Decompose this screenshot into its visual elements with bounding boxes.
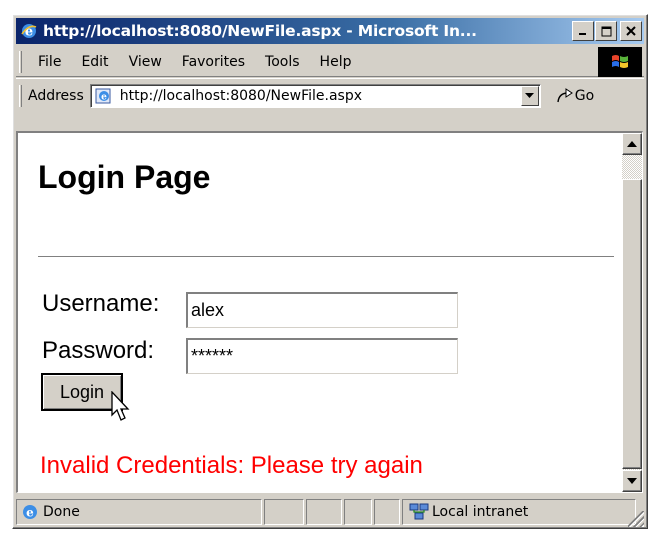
web-page: Login Page Username: alex Password: ****… xyxy=(18,133,623,492)
menu-edit[interactable]: Edit xyxy=(71,54,118,70)
username-field[interactable]: alex xyxy=(186,292,458,328)
status-zone-pane: Local intranet xyxy=(402,499,636,525)
ie-icon: e xyxy=(23,505,37,520)
svg-text:e: e xyxy=(26,506,34,520)
minimize-button[interactable] xyxy=(572,21,594,41)
resize-grip[interactable] xyxy=(628,511,644,527)
go-label: Go xyxy=(574,87,595,104)
windows-logo-icon xyxy=(598,47,642,77)
scroll-down-button[interactable] xyxy=(622,470,642,492)
minimize-icon xyxy=(579,33,586,35)
vertical-scrollbar[interactable] xyxy=(622,133,642,492)
username-label: Username: xyxy=(42,290,160,317)
browser-window: e http://localhost:8080/NewFile.aspx - M… xyxy=(12,14,648,529)
scroll-thumb[interactable] xyxy=(622,179,642,469)
menu-grip[interactable] xyxy=(19,50,22,73)
address-grip[interactable] xyxy=(19,84,22,107)
address-label: Address xyxy=(28,87,84,104)
local-intranet-icon xyxy=(409,503,429,520)
address-url: http://localhost:8080/NewFile.aspx xyxy=(119,87,363,104)
menu-file[interactable]: File xyxy=(28,54,71,70)
error-message: Invalid Credentials: Please try again xyxy=(40,452,423,479)
scroll-up-button[interactable] xyxy=(622,133,642,155)
mouse-cursor-icon xyxy=(111,391,130,421)
maximize-icon xyxy=(601,26,611,36)
address-bar: Address e http://localhost:8080/NewFile.… xyxy=(16,78,644,112)
menu-bar: File Edit View Favorites Tools Help xyxy=(16,47,644,77)
ie-icon: e xyxy=(19,21,39,41)
title-bar[interactable]: e http://localhost:8080/NewFile.aspx - M… xyxy=(16,18,644,44)
close-icon xyxy=(626,26,636,36)
scroll-down-icon xyxy=(627,478,637,484)
status-bar: e Done Local intranet xyxy=(16,497,644,527)
password-field[interactable]: ****** xyxy=(186,338,458,374)
status-pane-3 xyxy=(344,499,372,525)
svg-text:e: e xyxy=(101,92,107,102)
close-button[interactable] xyxy=(620,21,642,41)
go-button[interactable]: Go xyxy=(555,87,594,105)
horizontal-rule xyxy=(38,256,614,258)
scroll-up-icon xyxy=(627,141,637,147)
status-pane-1 xyxy=(264,499,304,525)
status-pane-4 xyxy=(374,499,400,525)
status-text: Done xyxy=(43,504,80,520)
window-title: http://localhost:8080/NewFile.aspx - Mic… xyxy=(43,22,477,40)
maximize-button[interactable] xyxy=(595,21,617,41)
menu-tools[interactable]: Tools xyxy=(255,54,310,70)
dropdown-arrow-icon xyxy=(525,92,535,98)
status-zone: Local intranet xyxy=(432,504,529,520)
content-frame: Login Page Username: alex Password: ****… xyxy=(16,131,643,493)
status-pane-2 xyxy=(306,499,342,525)
menu-view[interactable]: View xyxy=(119,54,172,70)
menu-help[interactable]: Help xyxy=(310,54,362,70)
page-icon: e xyxy=(94,86,114,106)
address-dropdown-button[interactable] xyxy=(520,85,539,106)
go-arrow-icon xyxy=(557,87,573,102)
menu-favorites[interactable]: Favorites xyxy=(172,54,255,70)
page-title: Login Page xyxy=(38,159,211,195)
address-input[interactable]: e http://localhost:8080/NewFile.aspx xyxy=(89,83,541,108)
password-label: Password: xyxy=(42,337,155,364)
status-main-pane: e Done xyxy=(16,499,262,525)
